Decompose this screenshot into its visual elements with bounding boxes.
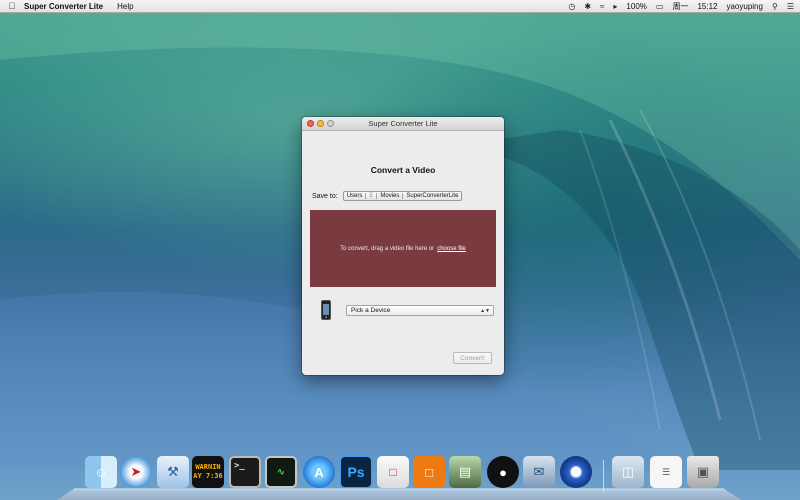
page-title: Convert a Video (370, 165, 436, 175)
path-segment-movies[interactable]: Movies (376, 193, 402, 199)
system-preferences-icon[interactable]: ⚙ (560, 456, 592, 488)
status-area: ◷ ✱ ≈ ▸ 100% ▭ 周一 15:12 yaoyuping ⚲ ☰ (568, 1, 800, 12)
convert-button[interactable]: Convert! (453, 352, 492, 364)
time-machine-icon[interactable]: ◷ (568, 2, 575, 11)
drop-instructions: To convert, drag a video file here or (340, 245, 435, 252)
clock-time[interactable]: 15:12 (697, 2, 717, 11)
terminal-icon[interactable]: >_ (229, 456, 261, 488)
bluetooth-icon[interactable]: ✱ (584, 2, 591, 11)
window-titlebar[interactable]: Super Converter Lite (302, 117, 504, 131)
minimize-button[interactable] (317, 120, 324, 127)
window-title: Super Converter Lite (368, 119, 438, 128)
zoom-button[interactable] (327, 120, 334, 127)
apple-icon[interactable]:  (0, 1, 24, 11)
preview-icon[interactable]: □ (377, 456, 409, 488)
save-path-control[interactable]: Users E Movies SuperConverterLite (342, 191, 463, 201)
save-to-row: Save to: Users E Movies SuperConverterLi… (312, 191, 463, 201)
volume-icon[interactable]: ▸ (613, 2, 617, 11)
iphone-icon (321, 300, 331, 320)
wifi-icon[interactable]: ≈ (600, 2, 604, 11)
dock-shelf (57, 488, 741, 500)
path-segment-users[interactable]: Users (344, 193, 366, 199)
chevron-updown-icon: ▲▼ (480, 307, 490, 314)
clock-day[interactable]: 周一 (672, 1, 688, 12)
console-text-line-1: WARNIN (195, 463, 221, 471)
device-select-value: Pick a Device (351, 307, 391, 314)
trash-icon[interactable]: ▣ (687, 456, 719, 488)
close-button[interactable] (307, 120, 314, 127)
downloads-folder-icon[interactable]: ◫ (612, 456, 644, 488)
qq-icon[interactable]: ● (487, 456, 519, 488)
save-to-label: Save to: (312, 192, 338, 200)
app-menu[interactable]: Super Converter Lite (24, 2, 103, 11)
archive-utility-icon[interactable]: ▤ (449, 456, 481, 488)
path-segment-superconverterlite[interactable]: SuperConverterLite (402, 193, 461, 199)
activity-monitor-icon[interactable]: ∿ (265, 456, 297, 488)
ibooks-icon[interactable]: □ (413, 456, 445, 488)
console-text-line-2: AY 7:36 (193, 472, 223, 480)
console-icon[interactable]: WARNIN AY 7:36 (192, 456, 224, 488)
finder-icon[interactable]: ☺ (85, 456, 117, 488)
documents-stack-icon[interactable]: ☰ (650, 456, 682, 488)
battery-icon[interactable]: ▭ (656, 2, 664, 11)
window-controls (307, 120, 334, 127)
mail-icon[interactable]: ✉ (523, 456, 555, 488)
app-window: Super Converter Lite Convert a Video Sav… (302, 117, 504, 375)
dock-separator (603, 460, 604, 492)
device-select[interactable]: Pick a Device ▲▼ (346, 305, 494, 316)
battery-percentage[interactable]: 100% (626, 2, 646, 11)
choose-file-link[interactable]: choose file (437, 246, 466, 252)
video-drop-zone[interactable]: To convert, drag a video file here or ch… (310, 210, 496, 287)
user-name[interactable]: yaoyuping (726, 2, 762, 11)
photoshop-icon[interactable]: Ps (340, 456, 372, 488)
spotlight-icon[interactable]: ⚲ (772, 2, 778, 11)
menu-bar:  Super Converter Lite Help ◷ ✱ ≈ ▸ 100%… (0, 0, 800, 13)
xcode-icon[interactable]: ⚒ (157, 456, 189, 488)
path-segment-user[interactable]: E (365, 193, 376, 199)
help-menu[interactable]: Help (117, 2, 133, 11)
safari-icon[interactable]: ➤ (120, 456, 152, 488)
notification-center-icon[interactable]: ☰ (787, 2, 794, 11)
app-store-icon[interactable]: A (303, 456, 335, 488)
